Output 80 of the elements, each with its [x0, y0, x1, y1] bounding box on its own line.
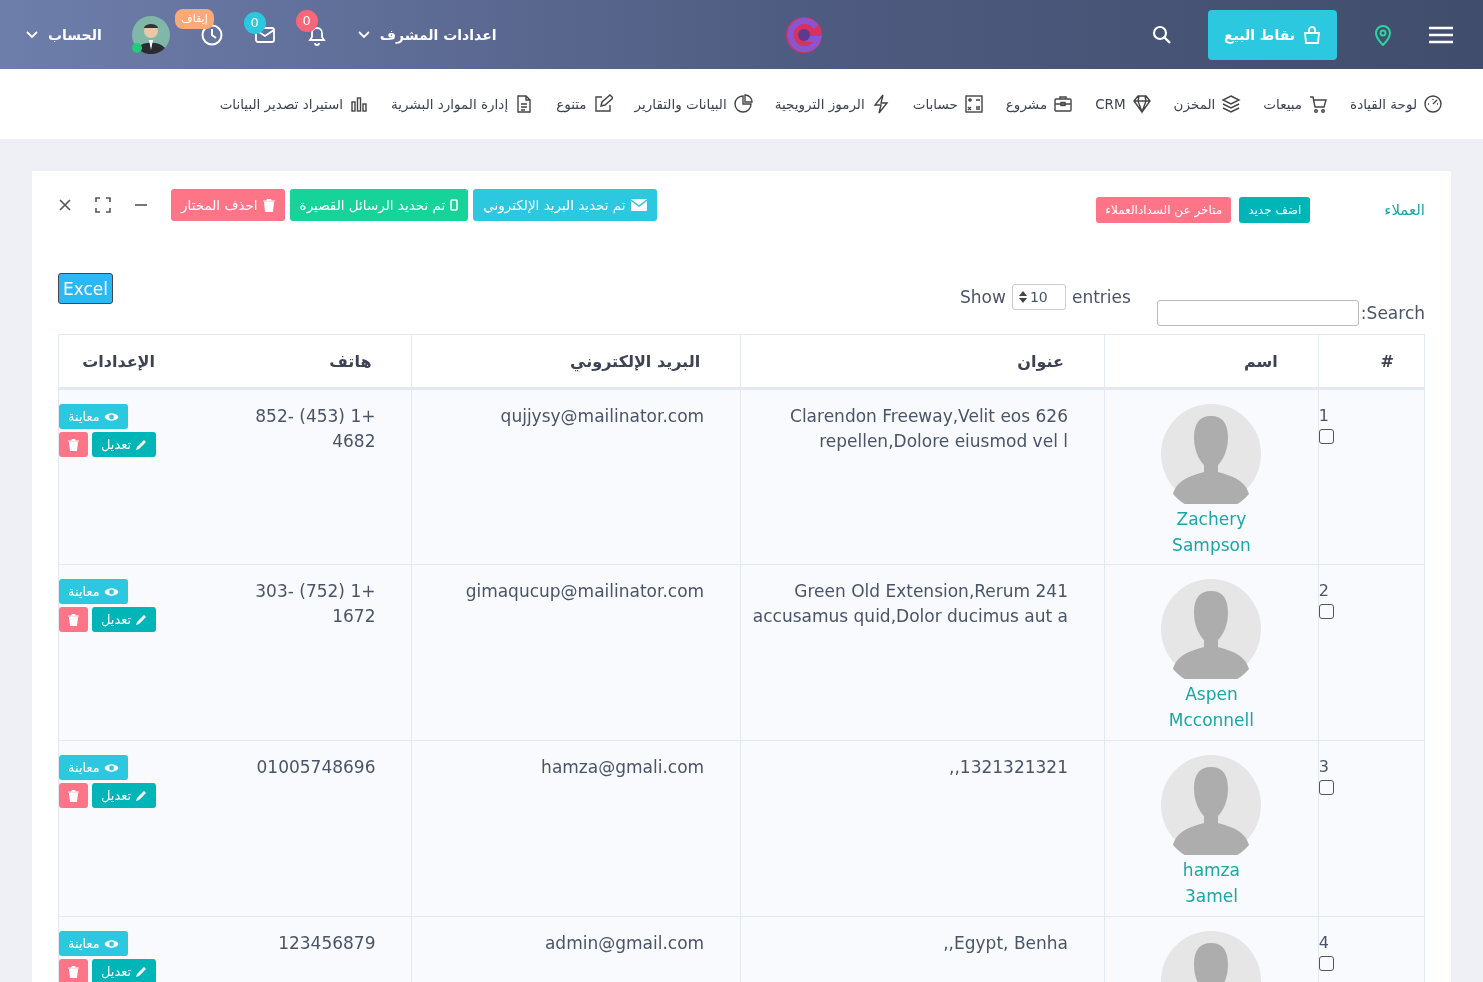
- eye-icon: [103, 938, 119, 949]
- briefcase-icon: [1053, 94, 1074, 114]
- email-text: admin@gmail.com: [543, 932, 706, 955]
- nav-menu-item[interactable]: البيانات والتقارير: [634, 94, 753, 114]
- row-number: 2: [1318, 581, 1329, 600]
- nav-menu-item[interactable]: الرموز الترويجية: [774, 94, 891, 114]
- shopping-bag-icon: [1303, 25, 1321, 44]
- address-text: Clarendon Freeway,Velit eos 626 repellen,Dolore eiusmod vel l: [789, 405, 1069, 453]
- search-icon[interactable]: [1151, 24, 1172, 45]
- pencil-icon: [135, 965, 148, 978]
- phone-text: 01005748696: [255, 756, 377, 779]
- caret-icon: [357, 30, 370, 39]
- page-length-select[interactable]: 10: [1011, 284, 1066, 310]
- address-text: Green Old Extension,Rerum 241 accusamus quid,Dolor ducimus aut a: [751, 580, 1069, 628]
- nav-menu-item[interactable]: حسابات: [912, 94, 984, 114]
- nav-menu-item[interactable]: المخزن: [1173, 94, 1242, 114]
- customer-name-link[interactable]: Aspen Mcconnell: [1166, 681, 1257, 733]
- account-menu[interactable]: الحساب: [26, 26, 102, 43]
- fullscreen-icon[interactable]: [95, 197, 111, 213]
- delete-button[interactable]: [59, 432, 88, 457]
- nav-menu-item[interactable]: متنوع: [556, 94, 613, 114]
- notification-count-badge: 0: [295, 9, 318, 32]
- gauge-icon: [1423, 94, 1443, 114]
- eye-icon: [103, 762, 119, 773]
- admin-settings-menu[interactable]: اعدادات المشرف: [357, 26, 497, 43]
- entries-label: entries: [1071, 287, 1131, 307]
- trash-icon: [68, 438, 79, 451]
- timer-badge: إيقاف: [175, 8, 214, 29]
- cart-icon: [1308, 94, 1329, 114]
- email-text: hamza@gmali.com: [540, 756, 706, 779]
- pie-chart-icon: [732, 94, 753, 114]
- nav-menu-item[interactable]: CRM: [1095, 94, 1152, 114]
- search-label: Search:: [1360, 303, 1425, 323]
- nav-menu-item[interactable]: مبيعات: [1263, 94, 1329, 114]
- trash-icon: [68, 613, 79, 626]
- nav-menu-item[interactable]: إدارة الموارد البشرية: [391, 94, 535, 114]
- trash-icon: [68, 789, 79, 802]
- nav-menu-item[interactable]: مشروع: [1005, 94, 1074, 114]
- nav-menu-item[interactable]: استيراد تصدير البيانات: [219, 94, 370, 114]
- eye-icon: [103, 411, 119, 422]
- nav-menu-item[interactable]: لوحة القيادة: [1350, 94, 1443, 114]
- customer-name-link[interactable]: Zachery Sampson: [1166, 506, 1257, 558]
- user-avatar[interactable]: [131, 15, 170, 54]
- bar-chart-icon: [349, 94, 370, 114]
- row-number: 4: [1318, 933, 1329, 952]
- pencil-icon: [135, 613, 148, 626]
- row-number: 3: [1318, 757, 1329, 776]
- message-count-badge: 0: [243, 11, 266, 34]
- close-icon[interactable]: [58, 198, 72, 212]
- calculator-icon: [963, 94, 984, 114]
- pencil-icon: [135, 438, 148, 451]
- search-field[interactable]: [1156, 300, 1359, 326]
- menu-icon[interactable]: [1429, 25, 1453, 44]
- phone-text: +1 (752) 303-1672: [254, 580, 377, 628]
- email-text: qujjysy@mailinator.com: [499, 405, 706, 428]
- address-text: Egypt, Benha,,: [942, 932, 1069, 955]
- edit-icon: [592, 94, 613, 114]
- location-pin-icon[interactable]: [1373, 23, 1393, 46]
- address-text: 1321321321,,: [948, 756, 1069, 779]
- show-label: Show: [960, 287, 1006, 307]
- pencil-icon: [135, 789, 148, 802]
- delete-button[interactable]: [59, 607, 88, 632]
- mail-icon[interactable]: [253, 25, 276, 44]
- sort-arrows-icon: [1018, 291, 1027, 303]
- delete-button[interactable]: [59, 959, 88, 982]
- email-text: gimaqucup@mailinator.com: [464, 580, 706, 603]
- row-number: 1: [1318, 406, 1329, 425]
- eye-icon: [103, 586, 119, 597]
- trash-icon: [262, 198, 275, 212]
- phone-icon: [450, 199, 459, 211]
- panel-title: العملاء: [1384, 201, 1425, 219]
- diamond-icon: [1131, 94, 1152, 114]
- delete-button[interactable]: [59, 783, 88, 808]
- caret-icon: [26, 30, 38, 39]
- phone-text: +1 (453) 852-4682: [254, 405, 377, 453]
- layers-icon: [1221, 94, 1242, 114]
- customer-name-link[interactable]: hamza 3amel: [1166, 857, 1257, 909]
- phone-text: 123456879: [277, 932, 377, 955]
- trash-icon: [68, 965, 79, 978]
- envelope-icon: [630, 199, 647, 211]
